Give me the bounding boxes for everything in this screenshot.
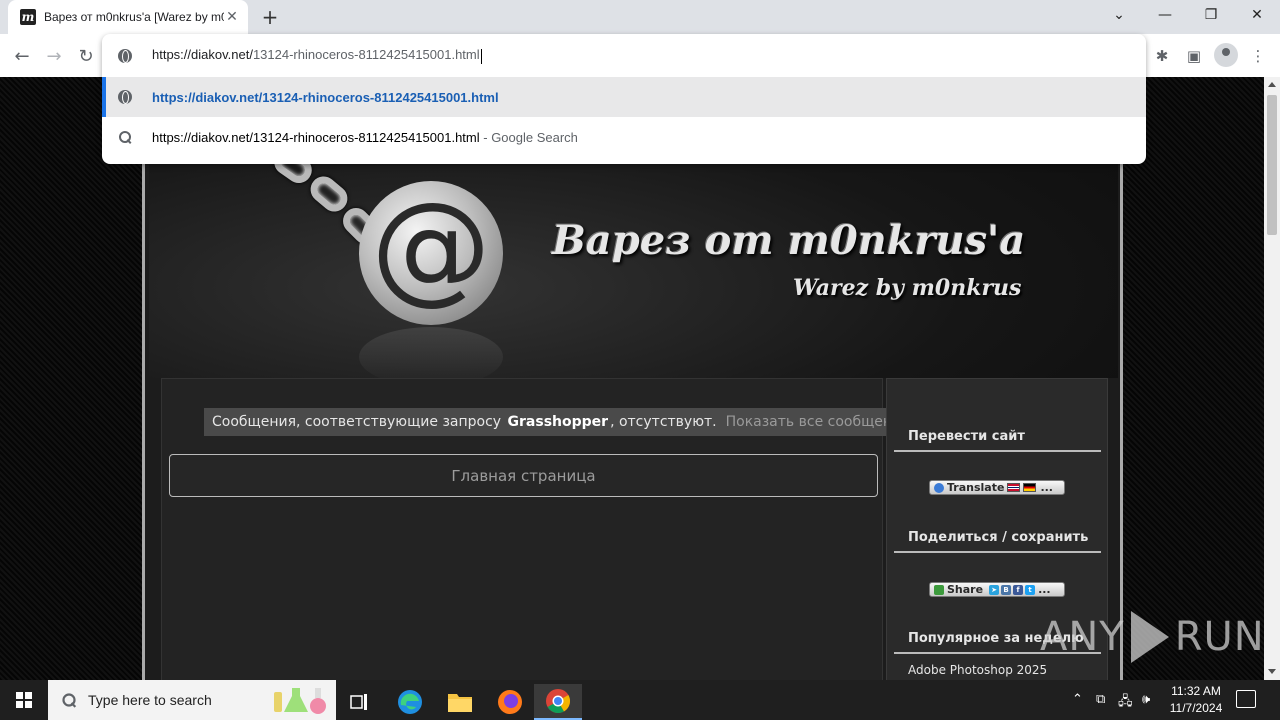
translate-label: Translate	[947, 481, 1005, 494]
system-clock[interactable]: 11:32 AM 11/7/2024	[1168, 683, 1224, 717]
suggestion-search-suffix: - Google Search	[479, 129, 578, 145]
search-icon	[61, 692, 76, 707]
taskbar-search-box[interactable]: Type here to search	[48, 680, 336, 720]
browser-tab[interactable]: m Варез от m0nkrus'a [Warez by m0nkrus] …	[8, 0, 248, 34]
play-triangle-icon	[1130, 611, 1169, 663]
twitter-icon: t	[1025, 584, 1036, 595]
main-column: Сообщения, соответствующие запросу Grass…	[161, 378, 918, 680]
facebook-icon: f	[1013, 584, 1024, 595]
science-flasks-icon	[274, 688, 326, 714]
telegram-icon: ➤	[989, 584, 1000, 595]
translate-button[interactable]: Translate ...	[929, 480, 1065, 495]
reload-icon[interactable]: ↻	[72, 42, 100, 70]
watermark-right: RUN	[1174, 614, 1265, 660]
at-sign-logo-icon: @	[359, 181, 503, 325]
site-title: Варез от m0nkrus'a	[552, 217, 1026, 264]
omnibox-dropdown: https://diakov.net/13124-rhinoceros-8112…	[102, 34, 1146, 164]
minimize-button[interactable]: —	[1142, 0, 1188, 30]
uk-flag-icon	[1007, 483, 1021, 492]
search-placeholder: Type here to search	[88, 692, 212, 708]
chain-link-icon	[305, 171, 353, 217]
network-icon[interactable]: 🖧	[1118, 692, 1133, 714]
globe-icon	[934, 482, 944, 493]
start-button[interactable]	[0, 680, 48, 720]
close-tab-icon[interactable]: ✕	[224, 9, 240, 25]
suggestion-url-text: https://diakov.net/13124-rhinoceros-8112…	[152, 89, 499, 105]
suggestion-search-query: https://diakov.net/13124-rhinoceros-8112…	[152, 129, 480, 145]
globe-icon	[118, 90, 132, 104]
vk-icon: B	[1001, 584, 1012, 595]
volume-icon[interactable]: 🕪	[1142, 692, 1150, 707]
side-panel-icon[interactable]: ▣	[1182, 44, 1206, 68]
show-all-messages-link[interactable]: Показать все сообщения	[726, 414, 910, 430]
url-host: https://diakov.net/	[152, 47, 253, 63]
page-viewport: @ Варез от m0nkrus'a Warez by m0nkrus Со…	[0, 77, 1264, 680]
notice-query: Grasshopper	[507, 414, 609, 430]
suggestion-search-text: https://diakov.net/13124-rhinoceros-8112…	[152, 130, 578, 145]
share-more: ...	[1038, 583, 1051, 596]
clock-time: 11:32 AM	[1171, 684, 1221, 698]
logo-reflection	[359, 327, 503, 378]
translate-heading: Перевести сайт	[894, 429, 1101, 452]
back-arrow-icon[interactable]: ←	[8, 42, 36, 70]
tab-search-chevron-down-icon[interactable]: ⌄	[1096, 0, 1142, 30]
tab-title: Варез от m0nkrus'a [Warez by m0nkrus]	[44, 10, 224, 24]
extensions-puzzle-icon[interactable]: ✱	[1150, 44, 1174, 68]
windows-logo-icon	[16, 692, 32, 708]
site-info-globe-icon[interactable]	[118, 48, 132, 63]
address-bar[interactable]: https://diakov.net/13124-rhinoceros-8112…	[102, 34, 1146, 77]
share-label: Share	[947, 583, 984, 596]
menu-kebab-icon[interactable]: ⋮	[1246, 44, 1270, 68]
text-caret	[480, 48, 482, 64]
close-window-button[interactable]: ✕	[1234, 0, 1280, 30]
tab-strip: m Варез от m0nkrus'a [Warez by m0nkrus] …	[0, 0, 1280, 34]
firefox-icon[interactable]	[486, 684, 534, 720]
anyrun-watermark: ANY RUN	[1040, 611, 1265, 663]
restore-button[interactable]: ❐	[1188, 0, 1234, 30]
scroll-down-arrow-icon[interactable]	[1268, 669, 1276, 674]
tray-chevron-up-icon[interactable]: ⌃	[1072, 692, 1083, 707]
site-container: @ Варез от m0nkrus'a Warez by m0nkrus Со…	[142, 77, 1123, 680]
site-favicon-icon: m	[20, 9, 36, 25]
new-tab-button[interactable]: +	[258, 5, 282, 29]
url-path: 13124-rhinoceros-8112425415001.html	[252, 47, 480, 63]
plus-icon	[934, 584, 944, 595]
popular-item[interactable]: Adobe Photoshop 2025	[908, 663, 1047, 677]
clock-date: 11/7/2024	[1169, 701, 1223, 715]
windows-taskbar: Type here to search ⌃ ⧉ 🖧 🕪 11:32 AM 11/…	[0, 680, 1280, 720]
scroll-up-arrow-icon[interactable]	[1268, 82, 1276, 87]
share-button[interactable]: Share ➤ B f t ...	[929, 582, 1065, 597]
notice-prefix: Сообщения, соответствующие запросу	[212, 414, 502, 430]
edge-browser-icon[interactable]	[386, 684, 434, 720]
file-explorer-icon[interactable]	[436, 684, 484, 720]
site-subtitle: Warez by m0nkrus	[793, 275, 1022, 301]
profile-avatar[interactable]	[1214, 43, 1238, 67]
notice-suffix: , отсутствуют.	[610, 414, 717, 430]
address-input[interactable]: https://diakov.net/13124-rhinoceros-8112…	[152, 47, 482, 64]
search-icon	[118, 130, 132, 144]
task-view-icon[interactable]	[336, 684, 384, 720]
forward-arrow-icon[interactable]: →	[40, 42, 68, 70]
share-heading: Поделиться / сохранить	[894, 530, 1101, 553]
tray-device-icon[interactable]: ⧉	[1096, 692, 1105, 707]
home-page-button[interactable]: Главная страница	[169, 454, 878, 497]
suggestion-url[interactable]: https://diakov.net/13124-rhinoceros-8112…	[102, 77, 1146, 117]
notification-center-icon[interactable]	[1236, 690, 1256, 708]
suggestion-search[interactable]: https://diakov.net/13124-rhinoceros-8112…	[102, 117, 1146, 157]
translate-more: ...	[1040, 481, 1053, 494]
watermark-left: ANY	[1040, 614, 1125, 660]
de-flag-icon	[1023, 483, 1037, 492]
chrome-icon[interactable]	[534, 684, 582, 720]
search-result-notice: Сообщения, соответствующие запросу Grass…	[204, 408, 918, 436]
scroll-thumb[interactable]	[1267, 95, 1277, 235]
page-scrollbar[interactable]	[1264, 77, 1280, 680]
